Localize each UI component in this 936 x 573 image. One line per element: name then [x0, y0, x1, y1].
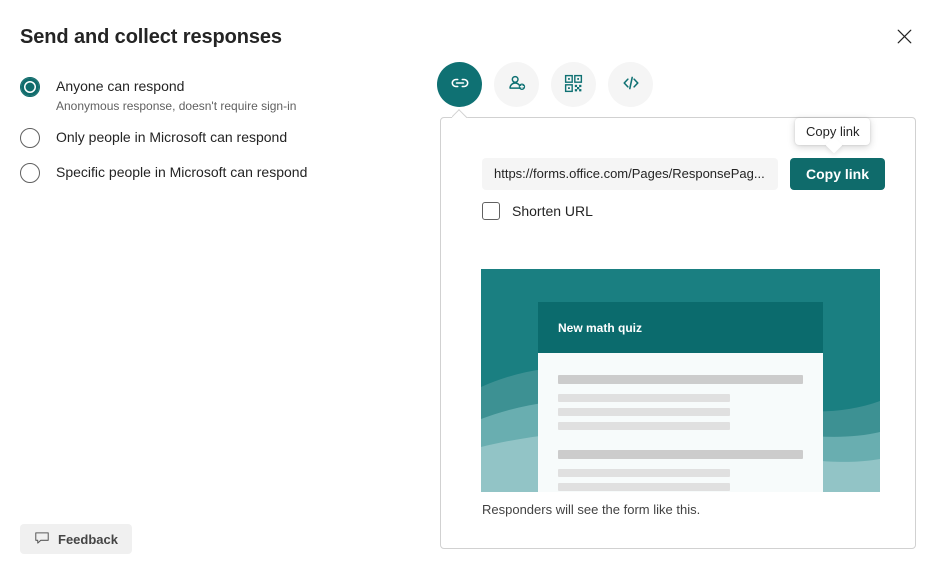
radio-anyone-can-respond[interactable]: Anyone can respond Anonymous response, d…	[20, 76, 410, 115]
shorten-url-checkbox[interactable]: Shorten URL	[482, 202, 593, 220]
close-icon	[897, 29, 912, 47]
checkbox-indicator	[482, 202, 500, 220]
preview-question-block	[558, 375, 803, 430]
share-method-tabs	[437, 62, 653, 107]
radio-specific-people[interactable]: Specific people in Microsoft can respond	[20, 162, 410, 183]
skeleton-option-line	[558, 483, 730, 491]
embed-code-icon	[620, 72, 642, 97]
form-preview: New math quiz	[481, 269, 880, 492]
skeleton-question-line	[558, 450, 803, 459]
tab-embed-code[interactable]	[608, 62, 653, 107]
feedback-label: Feedback	[58, 532, 118, 547]
person-add-icon	[506, 72, 528, 97]
panel-pointer	[452, 109, 470, 118]
shorten-url-label: Shorten URL	[512, 203, 593, 219]
audience-options-group: Anyone can respond Anonymous response, d…	[20, 76, 410, 195]
link-row: https://forms.office.com/Pages/ResponseP…	[482, 158, 885, 190]
form-link-input[interactable]: https://forms.office.com/Pages/ResponseP…	[482, 158, 778, 190]
skeleton-question-line	[558, 375, 803, 384]
close-button[interactable]	[888, 22, 920, 54]
preview-caption: Responders will see the form like this.	[482, 502, 700, 517]
radio-sublabel: Anonymous response, doesn't require sign…	[56, 97, 296, 115]
preview-form-card: New math quiz	[538, 302, 823, 492]
preview-form-title: New math quiz	[558, 321, 642, 335]
skeleton-option-line	[558, 469, 730, 477]
radio-only-people-in-org[interactable]: Only people in Microsoft can respond	[20, 127, 410, 148]
page-title: Send and collect responses	[20, 26, 282, 49]
skeleton-option-line	[558, 422, 730, 430]
comment-icon	[34, 530, 50, 549]
qr-code-icon	[563, 73, 584, 97]
radio-indicator	[20, 77, 40, 97]
link-share-panel: https://forms.office.com/Pages/ResponseP…	[440, 117, 916, 549]
tab-link[interactable]	[437, 62, 482, 107]
radio-label: Anyone can respond	[56, 78, 184, 94]
skeleton-option-line	[558, 408, 730, 416]
radio-indicator	[20, 128, 40, 148]
copy-link-tooltip: Copy link	[795, 118, 870, 145]
preview-form-header: New math quiz	[538, 302, 823, 353]
feedback-button[interactable]: Feedback	[20, 524, 132, 554]
preview-form-body	[538, 353, 823, 492]
tab-qr-code[interactable]	[551, 62, 596, 107]
radio-label: Only people in Microsoft can respond	[56, 129, 287, 145]
tab-invite-people[interactable]	[494, 62, 539, 107]
copy-link-button[interactable]: Copy link	[790, 158, 885, 190]
radio-label: Specific people in Microsoft can respond	[56, 164, 307, 180]
radio-indicator	[20, 163, 40, 183]
skeleton-option-line	[558, 394, 730, 402]
link-icon	[449, 72, 471, 97]
preview-question-block	[558, 450, 803, 492]
